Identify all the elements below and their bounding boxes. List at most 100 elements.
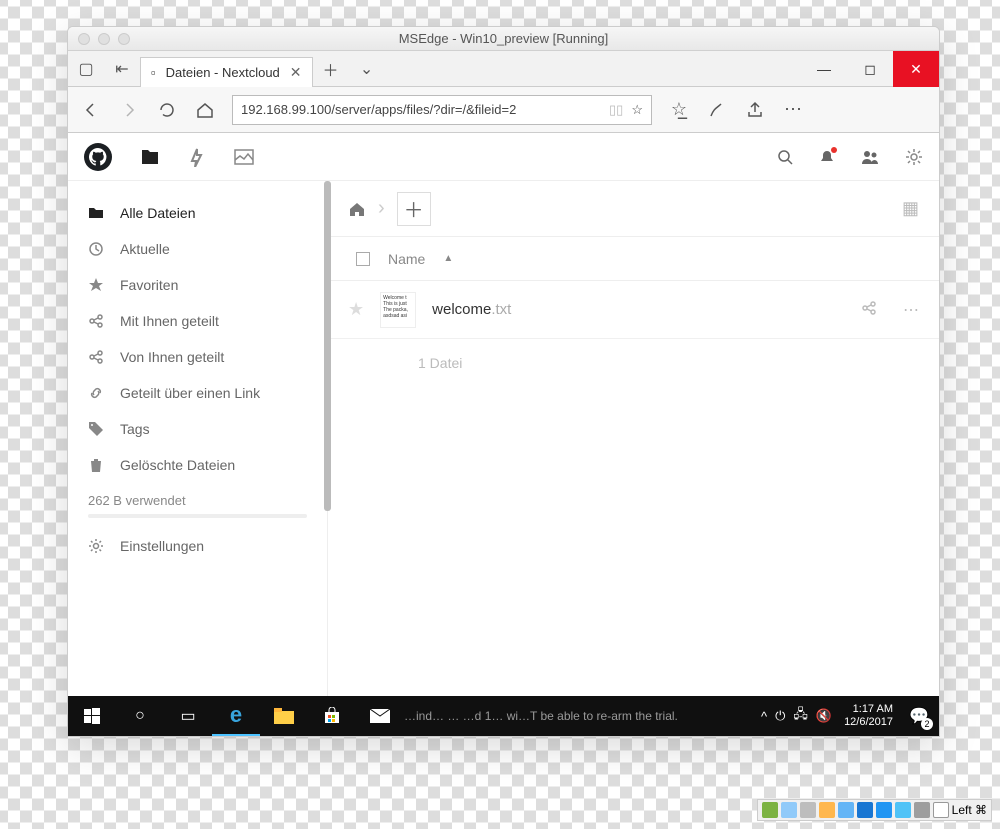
system-tray[interactable]: ^ ⏻ 🖧 🔇: [755, 705, 838, 727]
mac-close-button[interactable]: [78, 33, 90, 45]
favorites-icon[interactable]: ☆̲: [668, 99, 690, 121]
task-view-button[interactable]: ▭: [164, 696, 212, 736]
vb-icon[interactable]: [781, 802, 797, 818]
power-icon[interactable]: ⏻: [775, 708, 785, 724]
action-center-button[interactable]: 💬2: [899, 696, 939, 736]
sidebar-item-shared-by-link[interactable]: Geteilt über einen Link: [68, 375, 327, 411]
sidebar: Alle Dateien Aktuelle Favoriten Mit Ihne…: [68, 181, 328, 696]
sidebar-item-label: Alle Dateien: [120, 205, 196, 221]
taskbar-clock[interactable]: 1:17 AM 12/6/2017: [838, 703, 899, 729]
window-minimize-button[interactable]: —: [801, 51, 847, 87]
grid-view-icon[interactable]: ▦: [902, 198, 919, 219]
sidebar-item-recent[interactable]: Aktuelle: [68, 231, 327, 267]
list-summary: 1 Datei: [328, 339, 939, 371]
window-maximize-button[interactable]: ◻: [847, 51, 893, 87]
favorite-star-icon[interactable]: ☆: [631, 102, 643, 118]
settings-gear-icon[interactable]: [905, 148, 923, 166]
file-list-area: › ＋ ▦ Name ▲ ★ Welcome t This is just Th…: [328, 181, 939, 696]
back-button[interactable]: [80, 99, 102, 121]
vb-icon[interactable]: [876, 802, 892, 818]
mac-window-title: MSEdge - Win10_preview [Running]: [399, 31, 609, 46]
usage-bar: [88, 514, 307, 518]
tab-close-icon[interactable]: ✕: [290, 64, 302, 81]
set-tabs-aside-icon[interactable]: ⇤: [104, 51, 140, 87]
browser-tab[interactable]: ▫ Dateien - Nextcloud ✕: [140, 57, 313, 87]
files-app-icon[interactable]: [140, 148, 160, 166]
share-icon[interactable]: [861, 300, 877, 320]
explorer-taskbar-icon[interactable]: [260, 696, 308, 736]
breadcrumb-bar: › ＋ ▦: [328, 181, 939, 237]
forward-button[interactable]: [118, 99, 140, 121]
sort-arrow-icon: ▲: [443, 253, 453, 264]
virtualbox-statusbar: Left ⌘: [757, 799, 992, 821]
activity-app-icon[interactable]: [188, 147, 206, 167]
tab-favicon: ▫: [151, 65, 156, 80]
address-bar[interactable]: 192.168.99.100/server/apps/files/?dir=/&…: [232, 95, 652, 125]
search-icon[interactable]: [777, 149, 793, 165]
more-icon[interactable]: ⋯: [782, 99, 804, 121]
sidebar-item-all-files[interactable]: Alle Dateien: [68, 195, 327, 231]
tabs-aside-icon[interactable]: ▢: [68, 51, 104, 87]
file-name[interactable]: welcome.txt: [432, 301, 511, 318]
vb-icon[interactable]: [819, 802, 835, 818]
column-name[interactable]: Name: [388, 251, 425, 267]
favorite-toggle-icon[interactable]: ★: [348, 299, 364, 320]
home-icon[interactable]: [348, 200, 366, 218]
tab-menu-icon[interactable]: ⌄: [349, 51, 385, 87]
refresh-button[interactable]: [156, 99, 178, 121]
notifications-icon[interactable]: [819, 149, 835, 165]
sidebar-item-label: Favoriten: [120, 277, 178, 293]
sidebar-item-label: Gelöschte Dateien: [120, 457, 235, 473]
sidebar-item-label: Von Ihnen geteilt: [120, 349, 224, 365]
vb-icon[interactable]: [800, 802, 816, 818]
taskbar-message: …ind… … …d 1… wi…T be able to re-arm the…: [404, 709, 755, 723]
network-icon[interactable]: 🖧: [793, 705, 808, 727]
sidebar-item-tags[interactable]: Tags: [68, 411, 327, 447]
store-taskbar-icon[interactable]: [308, 696, 356, 736]
sidebar-item-favorites[interactable]: Favoriten: [68, 267, 327, 303]
start-button[interactable]: [68, 696, 116, 736]
select-all-checkbox[interactable]: [356, 252, 370, 266]
app-logo[interactable]: [84, 143, 112, 171]
contacts-icon[interactable]: [861, 149, 879, 165]
usage-text: 262 B verwendet: [88, 493, 186, 508]
volume-icon[interactable]: 🔇: [816, 708, 832, 724]
edge-taskbar-icon[interactable]: e: [212, 696, 260, 736]
host-key-label: Left ⌘: [952, 803, 987, 817]
cortana-button[interactable]: ○: [116, 696, 164, 736]
mac-zoom-button[interactable]: [118, 33, 130, 45]
sidebar-item-shared-by-you[interactable]: Von Ihnen geteilt: [68, 339, 327, 375]
vb-icon[interactable]: [762, 802, 778, 818]
reading-view-icon[interactable]: ▯▯: [609, 102, 623, 118]
windows-taskbar: ○ ▭ e …ind… … …d 1… wi…T be able to re-a…: [68, 696, 939, 736]
share-icon[interactable]: [744, 99, 766, 121]
mail-taskbar-icon[interactable]: [356, 696, 404, 736]
address-text: 192.168.99.100/server/apps/files/?dir=/&…: [241, 102, 601, 117]
vb-icon[interactable]: [895, 802, 911, 818]
breadcrumb-separator-icon: ›: [378, 197, 385, 220]
sidebar-item-label: Einstellungen: [120, 538, 204, 554]
edge-toolbar: 192.168.99.100/server/apps/files/?dir=/&…: [68, 87, 939, 133]
file-row[interactable]: ★ Welcome t This is just The packa, asds…: [328, 281, 939, 339]
vm-window: MSEdge - Win10_preview [Running] ▢ ⇤ ▫ D…: [67, 26, 940, 737]
clock-date: 12/6/2017: [844, 716, 893, 729]
window-close-button[interactable]: ✕: [893, 51, 939, 87]
tray-chevron-icon[interactable]: ^: [761, 709, 767, 724]
storage-usage: 262 B verwendet: [68, 483, 327, 528]
vb-icon[interactable]: [914, 802, 930, 818]
new-button[interactable]: ＋: [397, 192, 431, 226]
new-tab-button[interactable]: ＋: [313, 51, 349, 87]
notes-icon[interactable]: [706, 99, 728, 121]
vb-icon[interactable]: [838, 802, 854, 818]
sidebar-item-label: Aktuelle: [120, 241, 170, 257]
sidebar-settings[interactable]: Einstellungen: [68, 528, 327, 564]
vb-icon[interactable]: [857, 802, 873, 818]
home-button[interactable]: [194, 99, 216, 121]
sidebar-item-trash[interactable]: Gelöschte Dateien: [68, 447, 327, 483]
more-actions-icon[interactable]: ⋯: [903, 300, 919, 320]
file-thumbnail: Welcome t This is just The packa, asdsad…: [380, 292, 416, 328]
gallery-app-icon[interactable]: [234, 149, 254, 165]
mac-minimize-button[interactable]: [98, 33, 110, 45]
vb-icon[interactable]: [933, 802, 949, 818]
sidebar-item-shared-with-you[interactable]: Mit Ihnen geteilt: [68, 303, 327, 339]
